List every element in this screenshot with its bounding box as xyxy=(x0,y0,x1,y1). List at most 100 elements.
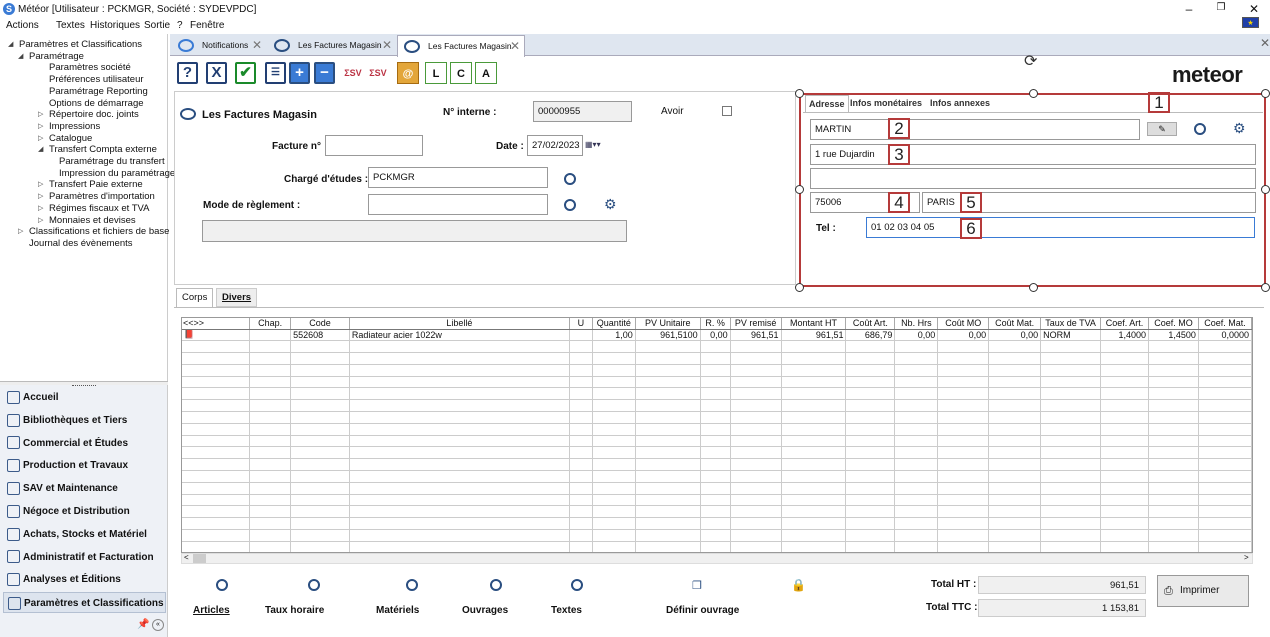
grid-cell[interactable] xyxy=(249,458,292,472)
grid-cell[interactable] xyxy=(845,505,896,519)
grid-cell[interactable] xyxy=(1198,446,1252,460)
grid-cell[interactable] xyxy=(988,387,1042,401)
taux-horaire-button[interactable]: Taux horaire xyxy=(265,605,324,616)
grid-cell[interactable] xyxy=(249,435,292,448)
grid-cell[interactable] xyxy=(845,387,896,401)
pin-icon[interactable]: 📌 xyxy=(137,619,149,630)
grid-cell[interactable] xyxy=(894,470,939,483)
grid-cell[interactable] xyxy=(845,399,896,413)
grid-cell[interactable] xyxy=(1148,376,1199,389)
grid-cell[interactable] xyxy=(592,423,636,436)
grid-cell[interactable] xyxy=(730,458,782,472)
mode-reglement-input[interactable] xyxy=(368,194,548,215)
expand-toggle-icon[interactable]: ▷ xyxy=(38,192,43,200)
grid-cell[interactable] xyxy=(781,470,847,483)
grid-column-header[interactable]: Coût Mat. xyxy=(988,318,1042,330)
street2-input[interactable] xyxy=(810,168,1256,189)
grid-cell[interactable] xyxy=(781,517,847,531)
grid-cell[interactable] xyxy=(635,446,701,460)
expand-toggle-icon[interactable]: ▷ xyxy=(18,227,23,235)
grid-cell[interactable] xyxy=(730,494,782,507)
grid-cell[interactable] xyxy=(569,470,593,483)
grid-cell[interactable] xyxy=(894,364,939,377)
grid-cell[interactable] xyxy=(635,411,701,424)
grid-column-header[interactable]: PV remisé xyxy=(730,318,782,330)
grid-cell[interactable] xyxy=(1100,399,1149,413)
grid-cell[interactable] xyxy=(937,505,990,519)
menu-fenetre[interactable]: Fenêtre xyxy=(190,20,224,31)
menu-sortie[interactable]: Sortie xyxy=(144,20,170,31)
grid-cell[interactable] xyxy=(1148,399,1199,413)
grid-cell[interactable] xyxy=(988,458,1042,472)
grid-cell[interactable] xyxy=(1198,435,1252,448)
grid-cell[interactable] xyxy=(1040,517,1102,531)
grid-cell[interactable] xyxy=(894,505,939,519)
grid-cell[interactable] xyxy=(290,470,350,483)
grid-cell[interactable] xyxy=(249,329,292,342)
resize-handle[interactable] xyxy=(1029,89,1038,98)
row-selector[interactable] xyxy=(182,411,251,424)
grid-cell[interactable] xyxy=(1198,340,1252,354)
table-row[interactable] xyxy=(182,446,1252,460)
grid-cell[interactable] xyxy=(349,340,570,354)
grid-cell[interactable] xyxy=(845,458,896,472)
grid-cell[interactable] xyxy=(290,340,350,354)
grid-column-header[interactable]: Coef. Mat. xyxy=(1198,318,1252,330)
grid-cell[interactable] xyxy=(349,505,570,519)
row-selector[interactable] xyxy=(182,517,251,531)
table-row[interactable]: 📕 552608 Radiateur acier 1022w 1,00 961,5100… xyxy=(182,329,1252,342)
grid-cell[interactable] xyxy=(1100,458,1149,472)
menu-actions[interactable]: Actions xyxy=(6,20,39,31)
table-row[interactable] xyxy=(182,352,1252,365)
grid-cell[interactable] xyxy=(290,482,350,495)
grid-cell[interactable] xyxy=(781,541,847,552)
tree-item[interactable]: Impressions xyxy=(49,121,100,132)
grid-cell[interactable] xyxy=(1148,387,1199,401)
grid-cell[interactable] xyxy=(635,435,701,448)
grid-cell[interactable] xyxy=(1040,435,1102,448)
scrollbar-thumb[interactable] xyxy=(193,554,206,563)
grid-cell[interactable] xyxy=(894,352,939,365)
row-selector[interactable] xyxy=(182,435,251,448)
grid-cell[interactable]: 1,4500 xyxy=(1148,329,1199,342)
grid-cell[interactable] xyxy=(700,376,731,389)
table-row[interactable] xyxy=(182,482,1252,495)
grid-cell[interactable] xyxy=(937,364,990,377)
grid-cell[interactable] xyxy=(1040,364,1102,377)
articles-button[interactable]: Articles xyxy=(193,605,230,616)
grid-cell[interactable]: 961,51 xyxy=(730,329,782,342)
grid-cell[interactable] xyxy=(592,376,636,389)
grid-cell[interactable] xyxy=(569,541,593,552)
grid-cell[interactable] xyxy=(1100,340,1149,354)
table-row[interactable] xyxy=(182,340,1252,354)
grid-cell[interactable] xyxy=(1148,494,1199,507)
grid-cell[interactable] xyxy=(781,505,847,519)
nav-item[interactable]: Administratif et Facturation xyxy=(3,547,166,568)
grid-cell[interactable] xyxy=(592,529,636,542)
add-subtotal-button[interactable]: ΣSV xyxy=(341,62,365,84)
grid-cell[interactable] xyxy=(249,517,292,531)
grid-cell[interactable] xyxy=(937,423,990,436)
grid-cell[interactable] xyxy=(730,387,782,401)
tree-item[interactable]: Transfert Compta externe xyxy=(49,144,157,155)
table-row[interactable] xyxy=(182,517,1252,531)
expand-toggle-icon[interactable]: ▷ xyxy=(38,122,43,130)
resize-handle[interactable] xyxy=(795,283,804,292)
tree-item[interactable]: Impression du paramétrage xyxy=(59,168,175,179)
row-selector[interactable] xyxy=(182,505,251,519)
grid-cell[interactable] xyxy=(730,340,782,354)
tab-infos-annexes[interactable]: Infos annexes xyxy=(927,95,993,112)
grid-cell[interactable] xyxy=(592,505,636,519)
table-row[interactable] xyxy=(182,364,1252,377)
grid-cell[interactable] xyxy=(349,399,570,413)
grid-cell[interactable] xyxy=(700,517,731,531)
grid-cell[interactable] xyxy=(1040,387,1102,401)
grid-cell[interactable] xyxy=(592,446,636,460)
grid-cell[interactable] xyxy=(592,458,636,472)
grid-cell[interactable] xyxy=(1100,505,1149,519)
grid-cell[interactable] xyxy=(700,387,731,401)
grid-cell[interactable] xyxy=(635,376,701,389)
close-window-button[interactable]: ✕ xyxy=(1246,2,1262,16)
grid-cell[interactable] xyxy=(569,482,593,495)
grid-cell[interactable] xyxy=(781,352,847,365)
